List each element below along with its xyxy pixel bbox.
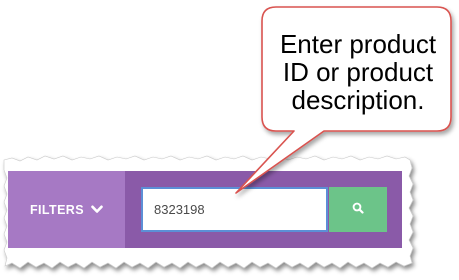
callout-text: Enter product ID or product description. [279, 29, 437, 115]
annotated-screenshot: FILTERS Enter product ID or product desc… [0, 0, 459, 280]
